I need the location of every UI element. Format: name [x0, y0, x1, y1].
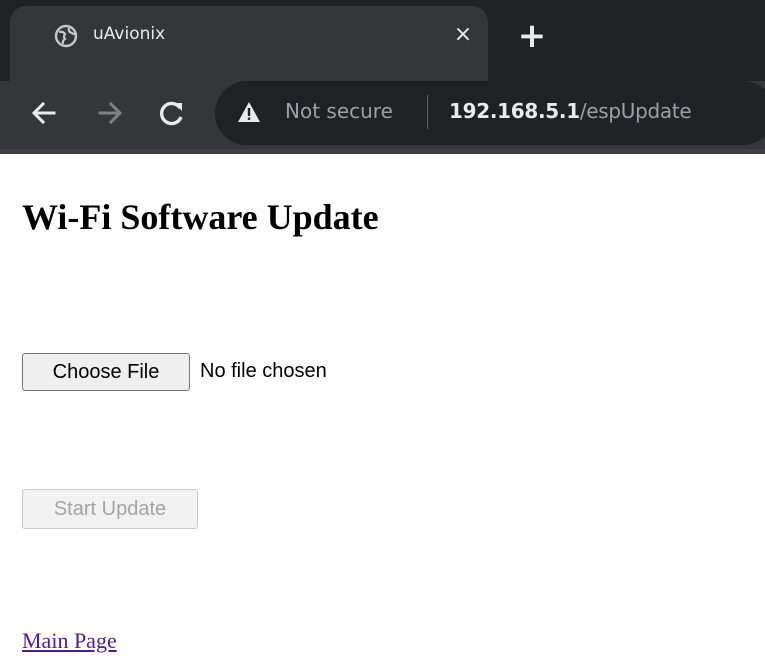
choose-file-button[interactable]: Choose File: [22, 353, 190, 391]
tab-strip: uAvionix × +: [0, 0, 765, 81]
forward-arrow-icon[interactable]: [90, 93, 130, 133]
tab-title: uAvionix: [93, 24, 166, 44]
url-text[interactable]: 192.168.5.1/espUpdate: [449, 99, 692, 123]
file-status-text: No file chosen: [200, 360, 327, 382]
toolbar-divider: [0, 149, 765, 154]
reload-icon[interactable]: [152, 93, 192, 133]
main-page-link[interactable]: Main Page: [22, 628, 117, 654]
browser-toolbar: Not secure 192.168.5.1/espUpdate: [0, 81, 765, 149]
globe-icon: [54, 24, 78, 48]
tab-uavionix[interactable]: uAvionix ×: [10, 6, 488, 81]
close-tab-icon[interactable]: ×: [448, 20, 478, 50]
address-separator: [427, 95, 428, 129]
back-arrow-icon[interactable]: [24, 93, 64, 133]
page-title: Wi-Fi Software Update: [22, 197, 379, 237]
new-tab-icon[interactable]: +: [512, 16, 552, 56]
warning-icon[interactable]: [237, 101, 261, 123]
browser-chrome: uAvionix × + Not secure 192.168.5.1/espU…: [0, 0, 765, 154]
not-secure-label[interactable]: Not secure: [285, 99, 393, 123]
start-update-button[interactable]: Start Update: [22, 489, 198, 529]
url-path: /espUpdate: [579, 99, 692, 123]
url-host: 192.168.5.1: [449, 99, 580, 123]
address-bar[interactable]: Not secure 192.168.5.1/espUpdate: [215, 81, 765, 145]
